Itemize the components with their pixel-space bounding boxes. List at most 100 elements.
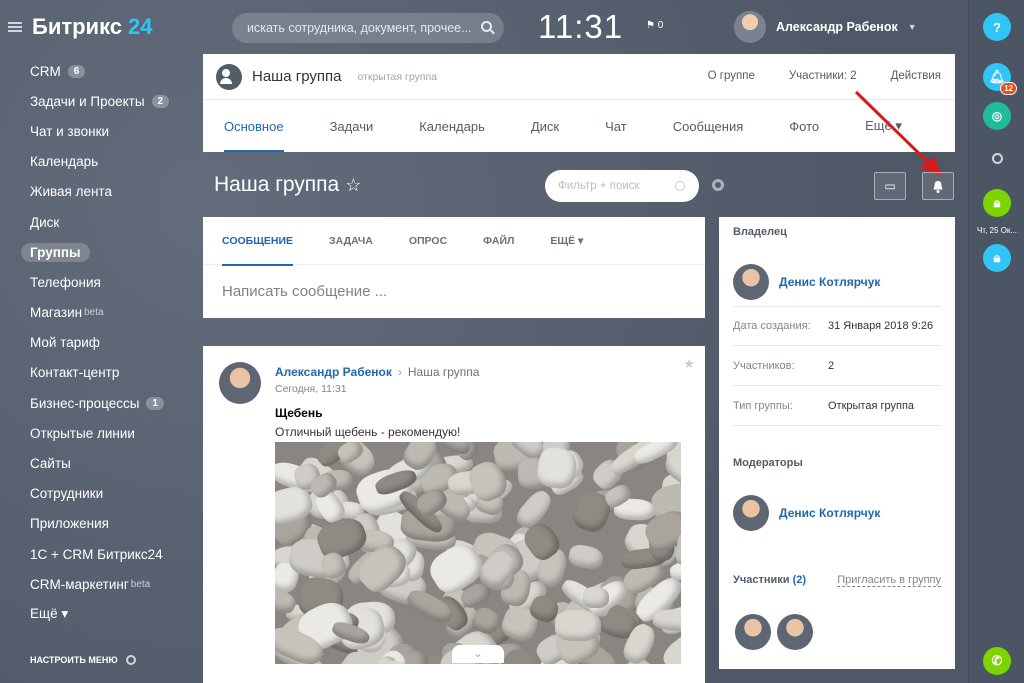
brand-name: Битрикс [32, 14, 123, 39]
info-key: Дата создания: [733, 320, 811, 332]
avatar[interactable] [219, 362, 261, 404]
group-icon [216, 63, 242, 90]
avatar[interactable] [735, 614, 771, 650]
help-icon: ? [993, 19, 1001, 35]
post-date[interactable]: Сегодня, 11:31 [275, 383, 347, 395]
moderator-person[interactable]: Денис Котлярчук [733, 495, 880, 531]
sidebar-item-sites[interactable]: Сайты [20, 448, 200, 478]
configure-menu-button[interactable]: НАСТРОИТЬ МЕНЮ [30, 655, 136, 665]
date-label: Чт, 25 Ок... [976, 226, 1018, 235]
group-name[interactable]: Наша группа [252, 68, 341, 85]
counter-badge: 2 [151, 94, 170, 108]
composer-tab-poll[interactable]: ОПРОС [409, 217, 447, 265]
notification-button[interactable] [922, 172, 954, 200]
star-icon[interactable]: ★ [683, 356, 695, 372]
composer-tab-task[interactable]: ЗАДАЧА [329, 217, 373, 265]
post-image[interactable] [275, 442, 681, 664]
phone-icon: ✆ [991, 653, 1003, 668]
sidebar-item-tariff[interactable]: Мой тариф [20, 328, 200, 358]
gravel-stone [554, 610, 601, 642]
clock[interactable]: 11:31 [538, 8, 623, 46]
tab-photo[interactable]: Фото [789, 100, 819, 152]
avatar[interactable] [777, 614, 813, 650]
settings-gear-icon[interactable] [712, 179, 724, 191]
composer-tab-file[interactable]: ФАЙЛ [483, 217, 514, 265]
sidebar-item-label: Сайты [30, 456, 71, 472]
sidebar-item-label: Чат и звонки [30, 123, 110, 139]
counter-badge: 6 [67, 64, 86, 78]
sidebar-item-shop[interactable]: Магазин beta [20, 298, 200, 328]
search-icon[interactable] [481, 21, 492, 32]
sidebar-item-label: Группы [21, 242, 90, 262]
chat-button[interactable]: ▭ [874, 172, 906, 200]
sidebar-item-telephony[interactable]: Телефония [20, 267, 200, 297]
sidebar-item-more[interactable]: Ещё ▾ [20, 599, 200, 629]
message-input[interactable]: Написать сообщение ... [203, 265, 705, 300]
composer-tab-more[interactable]: ЕЩЁ ▾ [550, 217, 583, 265]
sidebar-item-crm[interactable]: CRM 6 [20, 56, 200, 86]
sidebar-item-openlines[interactable]: Открытые линии [20, 418, 200, 448]
phone-button[interactable]: ✆ [983, 647, 1011, 675]
sidebar-item-1c[interactable]: 1С + CRM Битрикс24 [20, 539, 200, 569]
lock-button-1[interactable]: 🔒︎ [983, 189, 1011, 217]
tab-tasks[interactable]: Задачи [330, 100, 374, 152]
sidebar-item-tasks[interactable]: Задачи и Проекты 2 [20, 86, 200, 116]
menu-burger-icon[interactable] [8, 22, 22, 32]
members-count[interactable]: (2) [793, 574, 806, 586]
search-icon[interactable] [675, 181, 685, 191]
gear-icon [125, 655, 136, 665]
sidebar-item-chat[interactable]: Чат и звонки [20, 116, 200, 146]
tab-chat[interactable]: Чат [605, 100, 627, 152]
about-group-link[interactable]: О группе [708, 70, 755, 82]
moderators-heading: Модераторы [733, 457, 803, 469]
tab-disk[interactable]: Диск [531, 100, 559, 152]
sidebar-item-calendar[interactable]: Календарь [20, 147, 200, 177]
lock-icon: 🔒︎ [993, 195, 1001, 210]
avatar [733, 264, 769, 300]
logo[interactable]: Битрикс 24 [8, 14, 153, 40]
sidebar-item-employees[interactable]: Сотрудники [20, 479, 200, 509]
left-menu: CRM 6 Задачи и Проекты 2 Чат и звонки Кале… [20, 56, 200, 630]
message-composer: СООБЩЕНИЕ ЗАДАЧА ОПРОС ФАЙЛ ЕЩЁ ▾ Написа… [203, 217, 705, 318]
search-placeholder: искать сотрудника, документ, прочее... [247, 21, 472, 35]
sidebar-item-groups[interactable]: Группы [20, 237, 200, 267]
sidebar-item-feed[interactable]: Живая лента [20, 177, 200, 207]
notifications-button[interactable]: 🔔︎ 12 [983, 63, 1017, 95]
sidebar-item-bizproc[interactable]: Бизнес-процессы 1 [20, 388, 200, 418]
tab-messages[interactable]: Сообщения [673, 100, 744, 152]
composer-tab-message[interactable]: СООБЩЕНИЕ [222, 217, 294, 266]
user-menu[interactable]: Александр Рабенок ▼ [734, 11, 917, 43]
star-icon[interactable]: ☆ [345, 175, 361, 195]
sidebar-item-label: Телефония [30, 274, 101, 290]
bell-icon [933, 180, 943, 193]
post-group[interactable]: Наша группа [408, 365, 480, 379]
filter-search-input[interactable]: Фильтр + поиск [545, 170, 699, 202]
avatar [734, 11, 766, 43]
openlines-icon: ◎ [991, 109, 1003, 123]
lock-button-2[interactable]: 🔒︎ [983, 244, 1011, 272]
flag-counter[interactable]: ⚑ 0 [646, 20, 663, 31]
tab-main[interactable]: Основное [224, 100, 284, 152]
owner-heading: Владелец [733, 226, 787, 238]
sidebar-item-crm-marketing[interactable]: CRM-маркетинг beta [20, 569, 200, 599]
sidebar-item-label: CRM [30, 63, 61, 79]
actions-link[interactable]: Действия [891, 70, 941, 82]
group-type: открытая группа [357, 70, 437, 83]
sidebar-item-label: Контакт-центр [30, 365, 120, 381]
openlines-button[interactable]: ◎ [983, 102, 1011, 130]
tab-calendar[interactable]: Календарь [419, 100, 485, 152]
expand-post-button[interactable]: ⌄ [452, 645, 504, 663]
owner-name: Денис Котлярчук [779, 275, 881, 289]
help-button[interactable]: ? [983, 13, 1011, 41]
search-button[interactable] [983, 144, 1011, 172]
members-link[interactable]: Участники: 2 [789, 70, 857, 82]
owner-person[interactable]: Денис Котлярчук [733, 264, 880, 300]
search-input[interactable]: искать сотрудника, документ, прочее... [232, 13, 504, 43]
sidebar-item-disk[interactable]: Диск [20, 207, 200, 237]
sidebar-item-contact-center[interactable]: Контакт-центр [20, 358, 200, 388]
invite-link[interactable]: Пригласить в группу [837, 574, 941, 587]
sidebar-item-apps[interactable]: Приложения [20, 509, 200, 539]
sidebar-item-label: CRM-маркетинг [30, 576, 129, 592]
post-author[interactable]: Александр Рабенок [275, 365, 392, 379]
user-name: Александр Рабенок [776, 20, 898, 34]
